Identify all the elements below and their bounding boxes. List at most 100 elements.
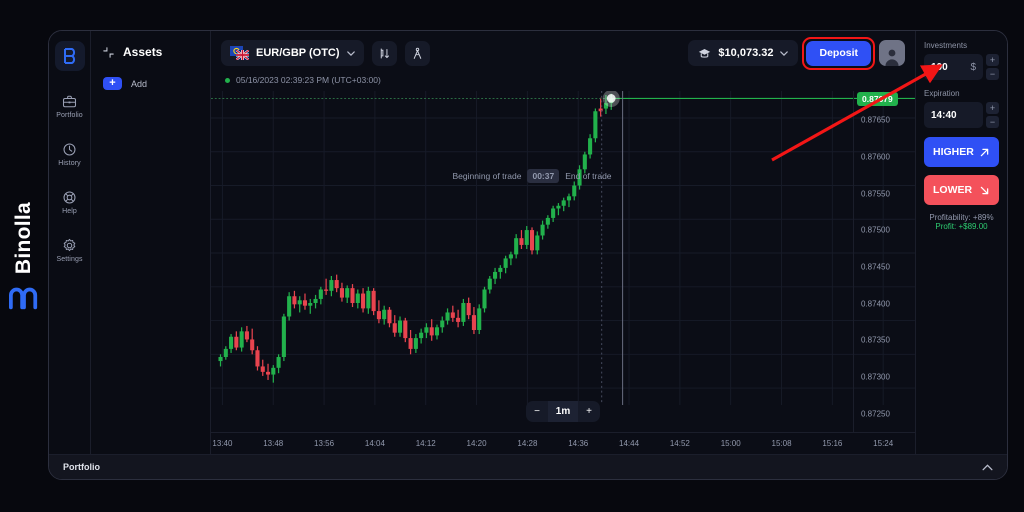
expiration-increase-button[interactable]: + <box>986 102 999 114</box>
candlestick-chart <box>211 91 915 405</box>
brand-strip: Binolla <box>0 0 48 512</box>
chevron-down-icon <box>347 51 355 56</box>
sidebar-item-label: Portfolio <box>56 112 83 119</box>
app-root: Binolla <box>0 0 1024 512</box>
sidebar-item-help[interactable]: Help <box>49 181 91 221</box>
investments-increase-button[interactable]: + <box>986 54 999 66</box>
bottom-bar[interactable]: Portfolio <box>49 454 1007 479</box>
deposit-button[interactable]: Deposit <box>806 41 871 66</box>
trade-marker-labels: Beginning of trade 00:37 End of trade <box>211 169 853 183</box>
demo-account-icon <box>698 48 711 59</box>
expiration-input[interactable]: 14:40 <box>924 102 983 128</box>
higher-label: HIGHER <box>933 146 974 158</box>
sidebar-item-history[interactable]: History <box>49 133 91 173</box>
time-tick-label: 14:04 <box>365 439 385 448</box>
chart-plot[interactable]: Beginning of trade 00:37 End of trade 0.… <box>211 91 915 432</box>
asset-name: EUR/GBP (OTC) <box>256 47 340 59</box>
candlestick-type-icon <box>378 47 391 60</box>
price-tick-label: 0.87350 <box>861 336 890 345</box>
time-axis: 13:4013:4813:5614:0414:1214:2014:2814:36… <box>211 432 915 454</box>
nav-rail: Portfolio History Help <box>49 31 91 454</box>
investments-label: Investments <box>924 41 999 50</box>
deposit-button-wrap: Deposit <box>806 41 871 66</box>
price-tick-label: 0.87650 <box>861 116 890 125</box>
time-tick-label: 14:36 <box>568 439 588 448</box>
current-price-badge: 0.87679 <box>857 92 898 106</box>
time-tick-label: 15:00 <box>721 439 741 448</box>
clock-icon <box>62 142 77 157</box>
lifebuoy-icon <box>62 190 77 205</box>
chevron-down-icon <box>780 51 788 56</box>
price-tick-label: 0.87250 <box>861 409 890 418</box>
time-tick-label: 15:08 <box>772 439 792 448</box>
begin-of-trade-label: Beginning of trade <box>452 171 521 181</box>
expiration-decrease-button[interactable]: − <box>986 116 999 128</box>
price-tick-label: 0.87500 <box>861 226 890 235</box>
avatar[interactable] <box>879 40 905 66</box>
trade-timer: 00:37 <box>527 169 559 183</box>
binolla-logo-icon <box>9 284 39 310</box>
time-tick-label: 13:56 <box>314 439 334 448</box>
currency-symbol: $ <box>970 62 976 73</box>
expiration-label: Expiration <box>924 89 999 98</box>
expiration-field: 14:40 + − <box>924 102 999 128</box>
investments-value: 100 <box>931 62 970 73</box>
price-tick-label: 0.87600 <box>861 153 890 162</box>
balance-selector[interactable]: $10,073.32 <box>688 40 798 66</box>
time-tick-label: 14:12 <box>416 439 436 448</box>
collapse-icon[interactable] <box>103 47 114 58</box>
chart-toolbar: EUR/GBP (OTC) <box>211 31 915 75</box>
time-tick-label: 14:44 <box>619 439 639 448</box>
investments-field: 100 $ + − <box>924 54 999 80</box>
higher-button[interactable]: HIGHER <box>924 137 999 167</box>
profitability-text: Profitability: +89% <box>924 213 999 222</box>
chevron-up-icon[interactable] <box>982 464 993 471</box>
zoom-out-button[interactable]: − <box>526 401 548 422</box>
sidebar-item-label: Help <box>62 208 77 215</box>
time-tick-label: 14:20 <box>467 439 487 448</box>
drawing-tools-button[interactable] <box>405 41 430 66</box>
end-of-trade-label: End of trade <box>565 171 611 181</box>
time-tick-label: 15:24 <box>873 439 893 448</box>
lower-label: LOWER <box>933 184 972 196</box>
compass-draw-icon <box>411 47 424 60</box>
trade-panel: Investments 100 $ + − Expiration 14:40 <box>915 31 1007 454</box>
zoom-in-button[interactable]: + <box>578 401 600 422</box>
investments-decrease-button[interactable]: − <box>986 68 999 80</box>
balance-amount: $10,073.32 <box>718 47 773 59</box>
app-body: Portfolio History Help <box>49 31 1007 454</box>
arrow-down-right-icon <box>979 185 990 196</box>
bottom-bar-label: Portfolio <box>63 462 100 472</box>
expiration-stepper: + − <box>986 102 999 128</box>
investments-input[interactable]: 100 $ <box>924 54 983 80</box>
add-asset-button[interactable]: + Add <box>103 77 198 90</box>
sidebar-item-label: Settings <box>56 256 82 263</box>
chart-type-button[interactable] <box>372 41 397 66</box>
lower-button[interactable]: LOWER <box>924 175 999 205</box>
profit-text: Profit: +$89.00 <box>924 222 999 231</box>
assets-panel: Assets + Add <box>91 31 211 454</box>
rail-logo[interactable] <box>55 41 85 71</box>
sidebar-item-portfolio[interactable]: Portfolio <box>49 85 91 125</box>
brand-name: Binolla <box>12 202 36 274</box>
time-tick-label: 15:16 <box>822 439 842 448</box>
time-tick-label: 13:48 <box>263 439 283 448</box>
user-avatar-icon <box>882 46 902 66</box>
time-tick-label: 14:52 <box>670 439 690 448</box>
asset-selector[interactable]: EUR/GBP (OTC) <box>221 40 364 66</box>
binolla-mark-icon <box>62 48 77 65</box>
gear-icon <box>62 238 77 253</box>
plus-icon: + <box>103 77 122 90</box>
chart-timestamp: 05/16/2023 02:39:23 PM (UTC+03:00) <box>211 75 915 91</box>
briefcase-icon <box>62 94 77 109</box>
price-tick-label: 0.87450 <box>861 263 890 272</box>
price-tick-label: 0.87400 <box>861 299 890 308</box>
assets-header: Assets <box>103 45 198 59</box>
timeframe-value[interactable]: 1m <box>548 401 578 422</box>
add-asset-label: Add <box>131 79 147 89</box>
timestamp-text: 05/16/2023 02:39:23 PM (UTC+03:00) <box>236 75 381 85</box>
chart-column: EUR/GBP (OTC) <box>211 31 915 454</box>
sidebar-item-settings[interactable]: Settings <box>49 229 91 269</box>
assets-title: Assets <box>123 45 162 59</box>
investments-stepper: + − <box>986 54 999 80</box>
